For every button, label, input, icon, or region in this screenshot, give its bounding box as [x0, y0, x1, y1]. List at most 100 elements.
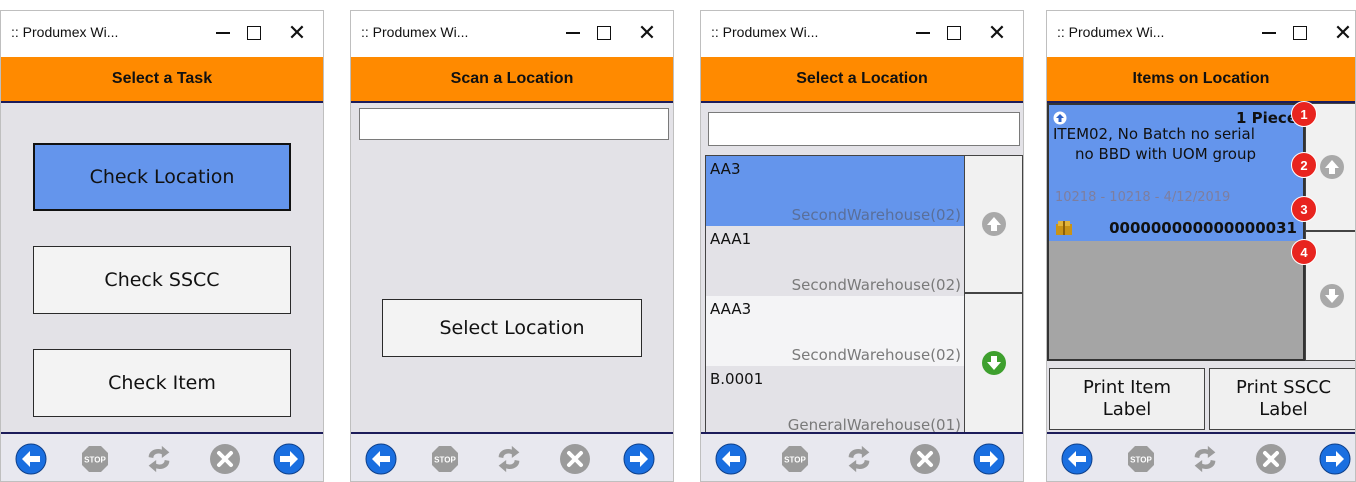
forward-arrow-button[interactable] — [1319, 443, 1351, 475]
item-list: 1 Piece ITEM02, No Batch no serial no BB… — [1047, 103, 1305, 361]
maximize-button[interactable] — [591, 20, 617, 46]
print-item-label-text: Print Item Label — [1083, 377, 1171, 421]
warehouse-name: SecondWarehouse(02) — [791, 206, 961, 224]
stop-button[interactable]: STOP — [429, 443, 461, 475]
refresh-button[interactable] — [843, 443, 875, 475]
cancel-icon — [210, 444, 240, 474]
close-icon: ✕ — [287, 20, 307, 46]
minimize-button[interactable] — [1256, 20, 1282, 46]
forward-arrow-button[interactable] — [273, 443, 305, 475]
sscc-box-icon — [1056, 221, 1072, 235]
stop-icon: STOP — [82, 446, 108, 472]
window-items-on-location: :: Produmex Wi... ✕ Items on Location 1 … — [1046, 10, 1356, 482]
item-description-line1: ITEM02, No Batch no serial — [1053, 125, 1255, 143]
cancel-button[interactable] — [559, 443, 591, 475]
cancel-button[interactable] — [1255, 443, 1287, 475]
print-item-label-line2: Label — [1102, 399, 1152, 420]
stop-icon: STOP — [1128, 446, 1154, 472]
screen-title: Select a Task — [111, 70, 213, 87]
back-arrow-button[interactable] — [1061, 443, 1093, 475]
list-item[interactable]: AAA3 SecondWarehouse(02) — [706, 296, 966, 366]
print-item-label-button[interactable]: Print Item Label — [1049, 368, 1205, 430]
nav-bar: STOP — [351, 432, 673, 481]
window-select-task: :: Produmex Wi... ✕ Select a Task Check … — [0, 10, 324, 482]
maximize-button[interactable] — [241, 20, 267, 46]
svg-text:STOP: STOP — [434, 456, 456, 465]
scroll-up-button[interactable] — [965, 156, 1022, 294]
minimize-icon — [566, 32, 580, 34]
annotation-badge-3: 3 — [1291, 196, 1317, 222]
expand-up-icon[interactable] — [1053, 111, 1067, 125]
stop-button[interactable]: STOP — [779, 443, 811, 475]
svg-text:STOP: STOP — [784, 456, 806, 465]
close-button[interactable]: ✕ — [284, 20, 310, 46]
back-arrow-button[interactable] — [365, 443, 397, 475]
task-list: Check Location Check SSCC Check Item — [1, 103, 323, 432]
scroll-panel — [964, 155, 1023, 433]
close-button[interactable]: ✕ — [634, 20, 660, 46]
refresh-icon — [848, 445, 870, 473]
list-item[interactable]: AAA1 SecondWarehouse(02) — [706, 226, 966, 296]
back-arrow-icon — [1061, 443, 1093, 475]
title-bar: :: Produmex Wi... ✕ — [351, 11, 673, 57]
refresh-icon — [498, 445, 520, 473]
forward-arrow-icon — [623, 443, 655, 475]
screen-title: Scan a Location — [450, 70, 574, 87]
cancel-button[interactable] — [209, 443, 241, 475]
forward-arrow-button[interactable] — [623, 443, 655, 475]
cancel-icon — [1256, 444, 1286, 474]
maximize-button[interactable] — [941, 20, 967, 46]
stop-button[interactable]: STOP — [1125, 443, 1157, 475]
list-item[interactable]: B.0001 GeneralWarehouse(01) — [706, 366, 966, 432]
back-arrow-icon — [365, 443, 397, 475]
stop-icon: STOP — [782, 446, 808, 472]
maximize-button[interactable] — [1287, 20, 1313, 46]
check-sscc-button[interactable]: Check SSCC — [33, 246, 291, 314]
minimize-button[interactable] — [560, 20, 586, 46]
refresh-button[interactable] — [1189, 443, 1221, 475]
close-button[interactable]: ✕ — [1330, 20, 1355, 46]
location-name: B.0001 — [710, 370, 764, 388]
item-card[interactable]: 1 Piece ITEM02, No Batch no serial no BB… — [1049, 105, 1303, 241]
select-location-button[interactable]: Select Location — [382, 299, 642, 357]
location-list: AA3 SecondWarehouse(02) AAA1 SecondWareh… — [705, 155, 967, 433]
location-name: AA3 — [710, 160, 741, 178]
minimize-icon — [216, 32, 230, 34]
forward-arrow-button[interactable] — [973, 443, 1005, 475]
cancel-button[interactable] — [909, 443, 941, 475]
location-scan-input[interactable] — [359, 108, 669, 140]
item-description-line2: no BBD with UOM group — [1075, 145, 1257, 163]
window-title: :: Produmex Wi... — [361, 24, 469, 40]
back-arrow-button[interactable] — [15, 443, 47, 475]
refresh-icon — [1194, 445, 1216, 473]
close-button[interactable]: ✕ — [984, 20, 1010, 46]
minimize-button[interactable] — [210, 20, 236, 46]
close-icon: ✕ — [987, 20, 1007, 46]
cancel-icon — [560, 444, 590, 474]
refresh-button[interactable] — [493, 443, 525, 475]
screen-header: Select a Location — [701, 57, 1023, 103]
scroll-down-icon — [1319, 284, 1344, 308]
refresh-button[interactable] — [143, 443, 175, 475]
check-item-button[interactable]: Check Item — [33, 349, 291, 417]
location-filter-input[interactable] — [708, 112, 1020, 146]
nav-bar: STOP — [1047, 432, 1355, 481]
scroll-down-button[interactable] — [965, 294, 1022, 432]
stop-button[interactable]: STOP — [79, 443, 111, 475]
print-sscc-label-button[interactable]: Print SSCC Label — [1209, 368, 1355, 430]
back-arrow-button[interactable] — [715, 443, 747, 475]
screen-header: Scan a Location — [351, 57, 673, 103]
window-title: :: Produmex Wi... — [711, 24, 819, 40]
minimize-button[interactable] — [910, 20, 936, 46]
print-sscc-label-text: Print SSCC Label — [1236, 377, 1331, 421]
window-title: :: Produmex Wi... — [11, 24, 119, 40]
check-location-button[interactable]: Check Location — [33, 143, 291, 211]
stop-icon: STOP — [432, 446, 458, 472]
item-batch-info: 10218 - 10218 - 4/12/2019 — [1055, 190, 1231, 205]
list-item[interactable]: AA3 SecondWarehouse(02) — [706, 156, 966, 226]
scroll-panel — [1305, 103, 1355, 361]
screen-header: Items on Location — [1047, 57, 1355, 103]
svg-text:STOP: STOP — [84, 456, 106, 465]
screen-title: Select a Location — [796, 70, 928, 87]
annotation-badge-2: 2 — [1291, 152, 1317, 178]
